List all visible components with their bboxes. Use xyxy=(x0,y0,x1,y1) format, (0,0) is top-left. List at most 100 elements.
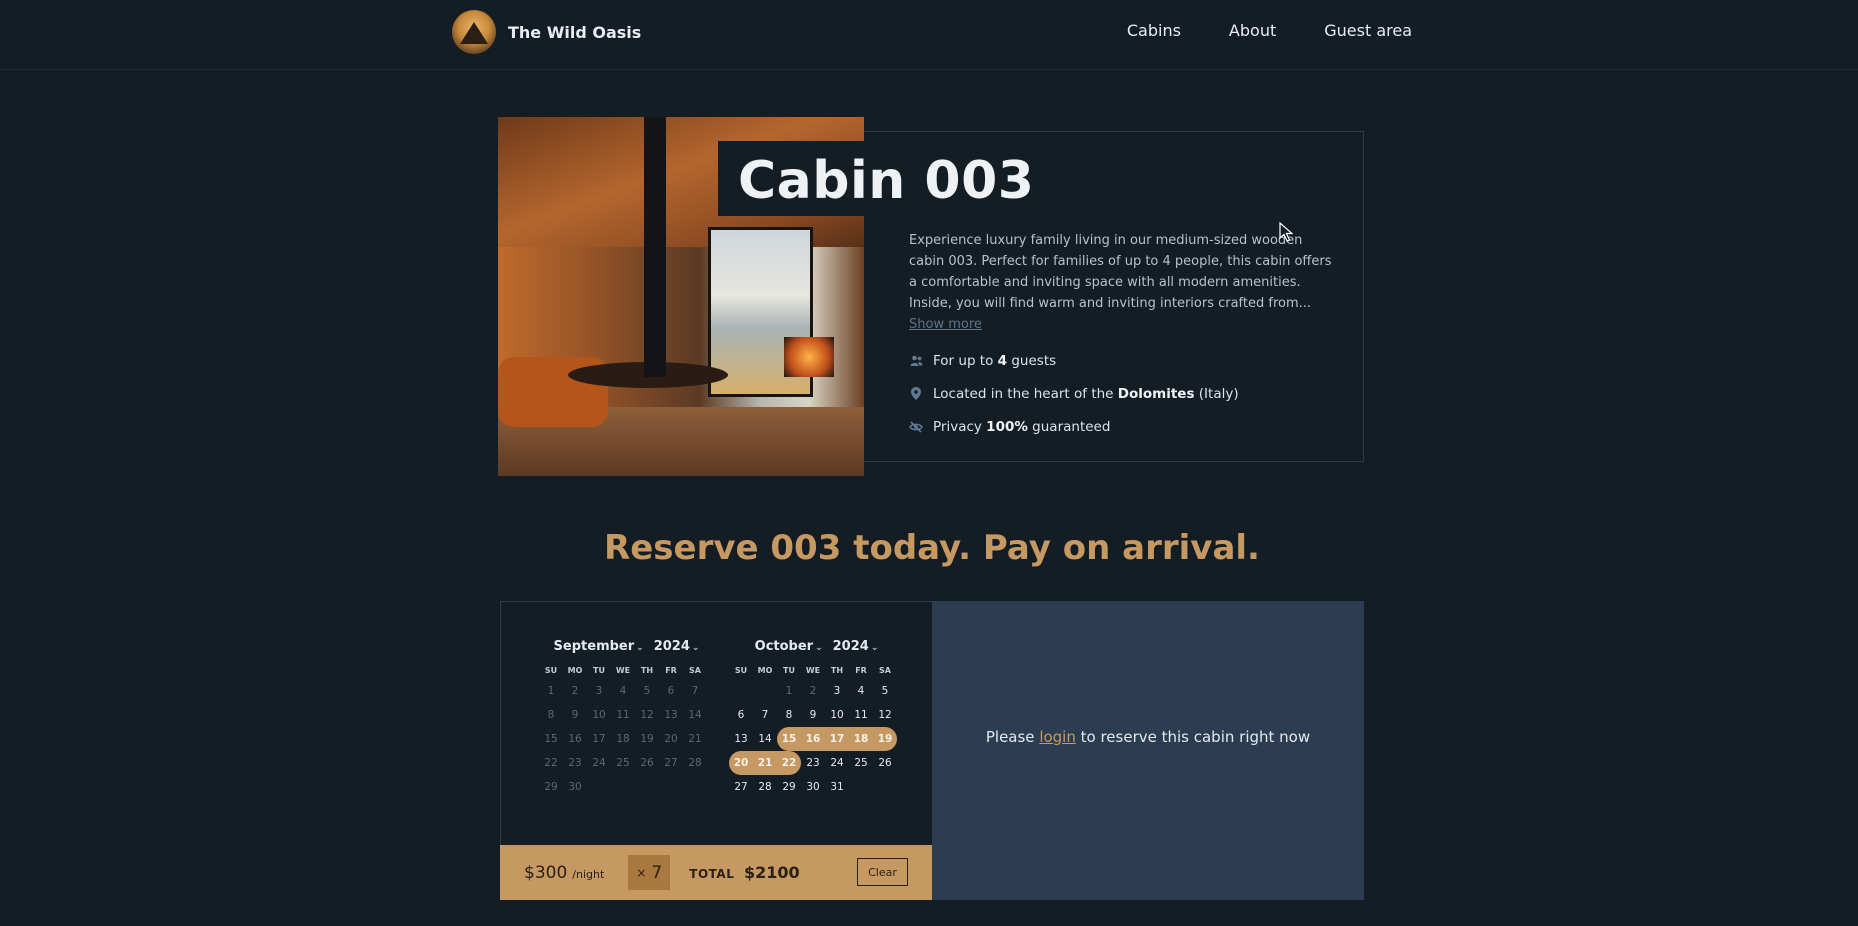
weekday-label: TU xyxy=(783,666,795,675)
calendar-day[interactable]: 9 xyxy=(801,703,825,727)
nav-cabins-link[interactable]: Cabins xyxy=(1127,21,1181,40)
calendar-day: 10 xyxy=(592,709,606,721)
map-pin-icon xyxy=(909,387,923,401)
price-per-night: $300 xyxy=(524,862,568,883)
calendar-day: 25 xyxy=(616,757,630,769)
calendar-day: 18 xyxy=(616,733,630,745)
calendar-day: 21 xyxy=(688,733,702,745)
calendar-day: 24 xyxy=(592,757,606,769)
feature-privacy-text: Privacy 100% guaranteed xyxy=(933,418,1111,435)
month-year-selector: September ⌄ 2024 ⌄ xyxy=(539,639,714,659)
weekday-label: MO xyxy=(757,666,773,675)
weekday-label: FR xyxy=(665,666,677,675)
nav-guest-area-link[interactable]: Guest area xyxy=(1324,21,1412,40)
calendar-day: 22 xyxy=(544,757,558,769)
calendar-day[interactable]: 20 xyxy=(729,751,753,775)
calendar-day: 1 xyxy=(785,685,793,697)
calendar-day[interactable]: 3 xyxy=(825,679,849,703)
show-more-button[interactable]: Show more xyxy=(909,317,982,332)
calendar-day: 2 xyxy=(809,685,817,697)
calendar-day[interactable]: 16 xyxy=(801,727,825,751)
calendar-day: 13 xyxy=(664,709,678,721)
calendar-day[interactable]: 4 xyxy=(849,679,873,703)
calendar-day: 27 xyxy=(664,757,678,769)
year-select[interactable]: 2024 ⌄ xyxy=(654,639,700,659)
calendar-day[interactable]: 19 xyxy=(873,727,897,751)
login-prompt-panel: Please login to reserve this cabin right… xyxy=(932,601,1364,900)
calendar-day[interactable]: 24 xyxy=(825,751,849,775)
nights-multiplier: × xyxy=(636,865,647,880)
calendar-day[interactable]: 14 xyxy=(753,727,777,751)
calendar-day: 3 xyxy=(595,685,603,697)
weekday-label: FR xyxy=(855,666,867,675)
login-prompt-text: Please login to reserve this cabin right… xyxy=(985,728,1311,746)
calendar-day[interactable]: 8 xyxy=(777,703,801,727)
calendar-day: 14 xyxy=(688,709,702,721)
calendar-day[interactable]: 10 xyxy=(825,703,849,727)
month-select[interactable]: October ⌄ xyxy=(755,639,823,659)
calendar-week: 20 21 22 23 24 25 26 xyxy=(729,751,904,775)
calendar-day[interactable]: 17 xyxy=(825,727,849,751)
calendar-week: 29 30 xyxy=(539,775,714,799)
calendar-day[interactable]: 23 xyxy=(801,751,825,775)
calendar-week: 8 9 10 11 12 13 14 xyxy=(539,703,714,727)
calendar-day: 5 xyxy=(643,685,651,697)
calendar-day[interactable]: 30 xyxy=(801,775,825,799)
calendar-month-october: October ⌄ 2024 ⌄ SU MO TU WE TH FR SA 1 2 3 4 5 6 7 8 9 10 11… xyxy=(729,639,904,799)
weekday-label: WE xyxy=(805,666,821,675)
calendar-day: 11 xyxy=(616,709,630,721)
calendar-month-september: September ⌄ 2024 ⌄ SU MO TU WE TH FR SA 1 2 3 4 5 6 7 8 9 10… xyxy=(539,639,714,799)
cabin-title: Cabin 003 xyxy=(718,141,1055,216)
month-select[interactable]: September ⌄ xyxy=(554,639,644,659)
weekday-label: SA xyxy=(879,666,891,675)
calendar-week: 6 7 8 9 10 11 12 xyxy=(729,703,904,727)
calendar-day[interactable]: 5 xyxy=(873,679,897,703)
calendar-day[interactable]: 12 xyxy=(873,703,897,727)
calendar-day: 12 xyxy=(640,709,654,721)
calendar-week: 27 28 29 30 31 xyxy=(729,775,904,799)
year-select[interactable]: 2024 ⌄ xyxy=(833,639,879,659)
calendar-day[interactable]: 22 xyxy=(777,751,801,775)
logo-image xyxy=(452,10,496,54)
reserve-heading: Reserve 003 today. Pay on arrival. xyxy=(604,528,1260,568)
calendar-week: 13 14 15 16 17 18 19 xyxy=(729,727,904,751)
weekday-label: TU xyxy=(593,666,605,675)
calendar-day[interactable]: 21 xyxy=(753,751,777,775)
site-header: The Wild Oasis Cabins About Guest area xyxy=(0,0,1858,70)
calendar-day: 17 xyxy=(592,733,606,745)
eye-slash-icon xyxy=(909,420,923,434)
feature-guests: For up to 4 guests xyxy=(909,344,1239,377)
calendar-day[interactable]: 6 xyxy=(729,703,753,727)
calendar-day[interactable]: 31 xyxy=(825,775,849,799)
calendar-day: 28 xyxy=(688,757,702,769)
calendar-day: 20 xyxy=(664,733,678,745)
calendar-day[interactable]: 11 xyxy=(849,703,873,727)
calendar-day[interactable]: 15 xyxy=(777,727,801,751)
calendar-day[interactable]: 26 xyxy=(873,751,897,775)
calendar-day[interactable]: 29 xyxy=(777,775,801,799)
calendar-day[interactable]: 13 xyxy=(729,727,753,751)
weekday-label: SU xyxy=(734,666,748,675)
users-icon xyxy=(909,354,923,368)
calendar-day: 1 xyxy=(547,685,555,697)
calendar-week: 1 2 3 4 5 6 7 xyxy=(539,679,714,703)
clear-button[interactable]: Clear xyxy=(857,858,908,886)
calendar-day[interactable]: 28 xyxy=(753,775,777,799)
calendar-day: 19 xyxy=(640,733,654,745)
brand-logo-link[interactable]: The Wild Oasis xyxy=(452,10,641,54)
nav-about-link[interactable]: About xyxy=(1229,21,1276,40)
calendar-day: 26 xyxy=(640,757,654,769)
calendar-day: 16 xyxy=(568,733,582,745)
calendar-day[interactable]: 27 xyxy=(729,775,753,799)
calendar-day: 9 xyxy=(571,709,579,721)
calendar-day: 23 xyxy=(568,757,582,769)
login-link[interactable]: login xyxy=(1039,728,1076,746)
calendar-day[interactable]: 7 xyxy=(753,703,777,727)
weekday-label: MO xyxy=(567,666,583,675)
calendar-day[interactable]: 18 xyxy=(849,727,873,751)
price-summary-bar: $300 /night × 7 TOTAL $2100 Clear xyxy=(500,845,932,900)
feature-location-text: Located in the heart of the Dolomites (I… xyxy=(933,385,1239,402)
calendar-day: 7 xyxy=(691,685,699,697)
cabin-description: Experience luxury family living in our m… xyxy=(909,230,1334,335)
calendar-day[interactable]: 25 xyxy=(849,751,873,775)
